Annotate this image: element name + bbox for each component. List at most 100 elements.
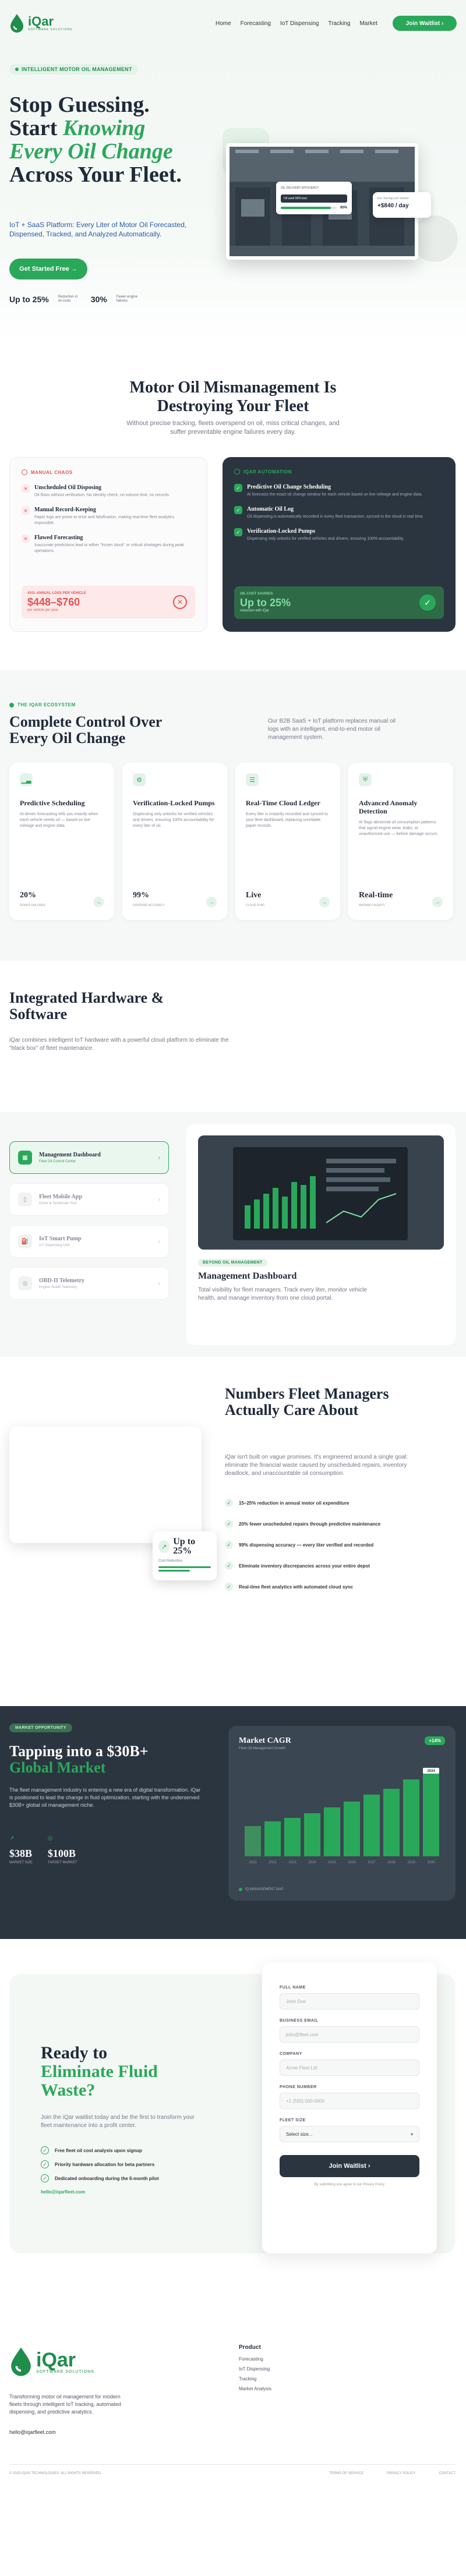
ecosystem-lead: Our B2B SaaS + IoT platform replaces man… [268,718,396,741]
form-label: FULL NAME [280,1986,306,1990]
savings-box-sub: reduction with iQar [240,609,270,613]
telemetry-icon: ◎ [18,1276,32,1290]
logo[interactable]: iQar SOFTWARE SOLUTIONS [9,13,72,33]
efficiency-row-label: Oil used 60% less [284,197,308,200]
check-icon: ✓ [225,1583,233,1591]
nav-link-tracking[interactable]: Tracking [328,20,350,27]
arrow-right-icon: → [432,897,443,907]
perk-text: Free fleet oil cost analysis upon signup [55,2147,142,2153]
footer-email[interactable]: hello@iqarfleet.com [9,2429,56,2435]
market-stat2-value: $100B [47,1848,76,1859]
chart-bar [383,1789,400,1856]
automation-card: IQAR AUTOMATION ✓ Predictive Oil Change S… [223,457,456,632]
numbers-title: Numbers Fleet Managers Actually Care Abo… [225,1385,389,1418]
auto-item-title: Predictive Oil Change Scheduling [247,484,331,490]
perk-item: ✓ Dedicated onboarding during the 6-month… [41,2174,216,2182]
eco-card-text: Dispensing only unlocks for verified veh… [133,812,214,828]
check-icon: ✓ [225,1520,233,1528]
hero-pill-label: INTELLIGENT MOTOR OIL MANAGEMENT [22,66,132,72]
numbers-item-text: 15–25% reduction in annual motor oil exp… [239,1500,350,1506]
waitlist-email-link[interactable]: hello@iqarfleet.com [41,2189,85,2195]
numbers-item-text: Eliminate inventory discrepancies across… [239,1563,370,1569]
auto-item-title: Verification-Locked Pumps [247,528,316,535]
auto-item: ✓ Automatic Oil Log Oil dispensing is auto… [234,506,444,520]
chart-x-tick: 2027 [368,1861,376,1864]
nav-link-iot-dispensing[interactable]: IoT Dispensing [280,20,319,27]
footer-bottom-link[interactable]: PRIVACY POLICY [387,2472,415,2475]
form-input[interactable]: john@fleet.com [280,2026,419,2043]
auto-item: ✓ Predictive Oil Change Scheduling AI fore… [234,484,444,498]
nav-link-market[interactable]: Market [359,20,377,27]
form-input[interactable]: +1 (555) 000-0000 [280,2093,419,2109]
hardware-tab[interactable]: ◎ OBD-II Telemetry Engine Health Telemetry… [9,1267,169,1300]
chart-x-tick: 2024 [308,1861,316,1864]
waitlist-title-line2: Eliminate Fluid [41,2062,158,2081]
legend-dot-icon [239,1888,242,1891]
footer-bottom-link[interactable]: CONTACT [439,2472,456,2475]
eco-card[interactable]: ⛨ Advanced Anomaly Detection AI flags abno… [348,763,453,920]
form-input[interactable]: John Doe [280,1993,419,2009]
chart-icon: ▁▃ [20,773,33,786]
footer-bottom-link[interactable]: TERMS OF SERVICE [329,2472,363,2475]
cost-reduction-label: Cost Reduction [158,1559,183,1563]
privacy-note[interactable]: By submitting you agree to our Privacy P… [280,2183,419,2186]
hardware-tab[interactable]: ▦ Management Dashboard Fleet Oil Control C… [9,1141,169,1174]
check-icon: ✓ [234,528,242,536]
chart-legend: IQ MANAGEMENT GAP [239,1888,283,1891]
nav-link-home[interactable]: Home [216,20,231,27]
chart-bar [344,1802,360,1856]
fleet-size-select[interactable]: Select size... ▾ [280,2126,419,2142]
manual-item-desc: Inaccurate predictions lead to either "f… [34,543,184,553]
form-input[interactable]: Acme Fleet Ltd [280,2060,419,2076]
chart-bar [423,1769,439,1856]
deco-circle [411,215,458,262]
submit-waitlist-button[interactable]: Join Waitlist › [280,2155,419,2177]
manual-chaos-card: MANUAL CHAOS ✕ Unscheduled Oil Disposing O… [9,457,207,632]
eco-card-label: CLOUD SYNC [246,904,265,907]
manual-item-title: Flawed Forecasting [34,535,83,541]
chart-title: Market CAGR [239,1736,291,1745]
auto-item-title: Automatic Oil Log [247,506,294,512]
efficiency-progress: 90% [281,206,347,210]
numbers-item: ✓ 99% dispensing accuracy — every liter v… [225,1541,452,1549]
auto-item-desc: Oil dispensing is automatically recorded… [247,515,424,519]
document-icon: ☰ [246,773,259,786]
eco-card[interactable]: ▁▃ Predictive Scheduling AI-driven forecas… [9,763,114,920]
chevron-right-icon: › [158,1196,160,1203]
waitlist-title: Ready to Eliminate Fluid Waste? [41,2044,158,2100]
hardware-tab-text: Management Dashboard Fleet Oil Control Ce… [39,1152,151,1163]
eco-card-title: Real-Time Cloud Ledger [246,799,320,807]
problem-lead: Without precise tracking, fleets overspe… [126,420,340,436]
eco-card-label: DISPENSE ACCURACY [133,904,165,907]
market-badge: MARKET OPPORTUNITY [9,1724,72,1732]
chart-bar [363,1795,380,1856]
arrow-right-icon: → [319,897,330,907]
form-label: FLEET SIZE [280,2118,306,2122]
chart-bar [324,1807,340,1856]
oil-drop-logo-icon [11,2347,31,2376]
market-section: MARKET OPPORTUNITY Tapping into a $30B+ … [0,1706,466,1939]
footer-product-link[interactable]: Market Analysis [239,2386,271,2391]
footer-divider [9,2464,456,2465]
get-started-button[interactable]: Get Started Free → [9,259,87,279]
efficiency-progress-fill [281,207,331,209]
hero-pill: INTELLIGENT MOTOR OIL MANAGEMENT [9,64,138,75]
hardware-tab[interactable]: ⛽ IoT Smart Pump IoT Dispensing Unit › [9,1225,169,1258]
waitlist-title-line1: Ready to [41,2043,108,2062]
footer-product-link[interactable]: Tracking [239,2376,271,2382]
eco-card[interactable]: ⚙ Verification-Locked Pumps Dispensing onl… [122,763,227,920]
x-icon: ✕ [22,535,30,543]
savings-value: +$840 / day [377,203,409,209]
hero-title: Stop Guessing. Start Knowing Every Oil C… [9,93,254,186]
footer-product-link[interactable]: Forecasting [239,2356,271,2362]
hero-stat2-label: Fewer engine failures [116,295,138,303]
join-waitlist-button[interactable]: Join Waitlist › [393,16,457,31]
hardware-tab[interactable]: ▯ Fleet Mobile App Driver & Technician Too… [9,1183,169,1216]
eco-card[interactable]: ☰ Real-Time Cloud Ledger Every liter is in… [235,763,340,920]
manual-item-text: Flawed Forecasting Inaccurate predictions… [34,535,195,554]
trend-up-icon: ↗ [158,1540,170,1553]
nav-link-forecasting[interactable]: Forecasting [241,20,271,27]
footer-logo[interactable]: iQar SOFTWARE SOLUTIONS [9,2347,94,2377]
hardware-tab-title: Management Dashboard [39,1152,101,1158]
footer-product-link[interactable]: IoT Dispensing [239,2366,271,2372]
